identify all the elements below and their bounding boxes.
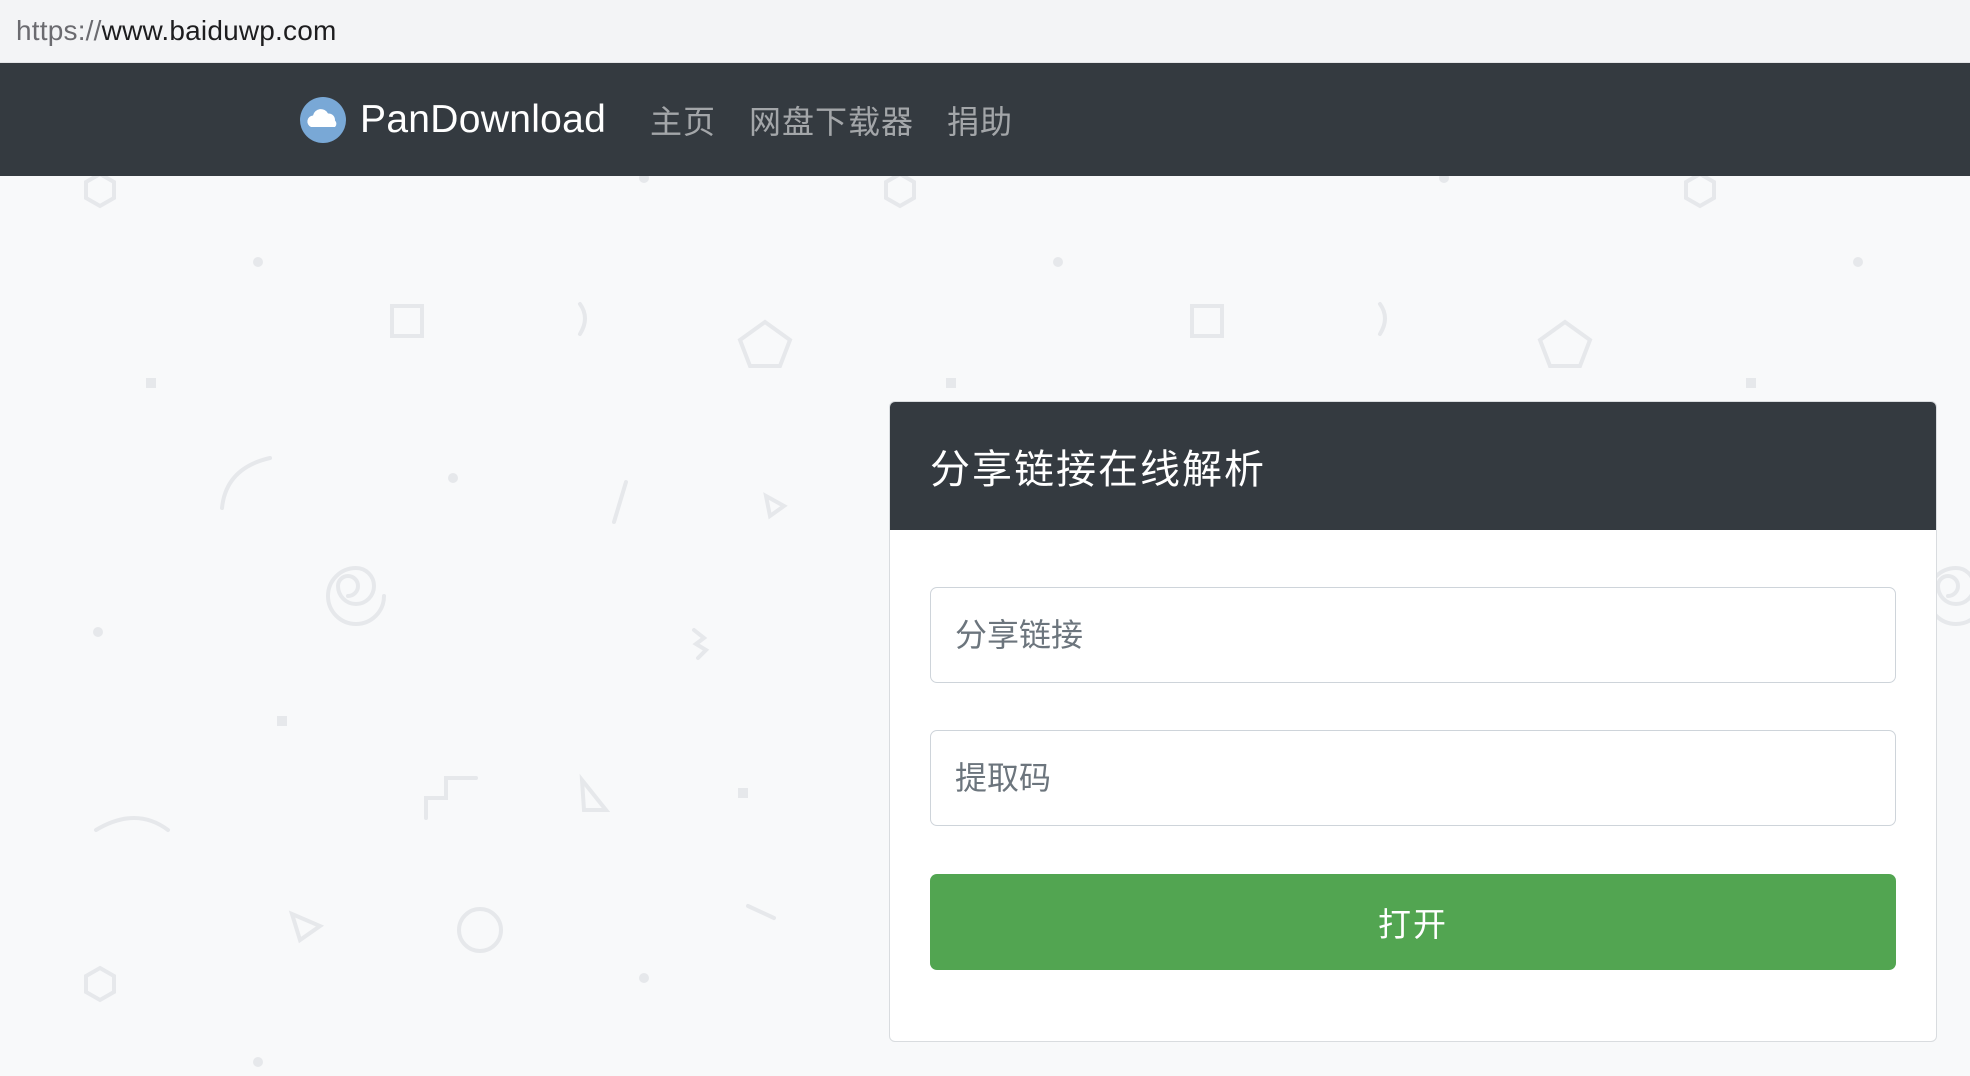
navbar: PanDownload 主页 网盘下载器 捐助 <box>0 63 1970 176</box>
brand-link[interactable]: PanDownload <box>300 63 606 176</box>
share-link-input[interactable] <box>930 587 1896 683</box>
share-parse-card: 分享链接在线解析 打开 <box>889 401 1937 1042</box>
url-host: www.baiduwp.com <box>101 15 337 46</box>
open-button[interactable]: 打开 <box>930 874 1896 970</box>
nav-link-donate[interactable]: 捐助 <box>947 97 1013 143</box>
cloud-icon <box>300 96 346 143</box>
card-body: 打开 <box>890 530 1936 1041</box>
pattern-tile <box>84 176 956 1067</box>
nav-link-home[interactable]: 主页 <box>650 97 716 143</box>
url-scheme: https:// <box>16 15 102 46</box>
brand-name: PanDownload <box>360 97 607 141</box>
nav-link-downloader[interactable]: 网盘下载器 <box>749 97 914 143</box>
address-bar[interactable]: https://www.baiduwp.com <box>0 0 1970 63</box>
nav-links: 主页 网盘下载器 捐助 <box>650 63 1013 176</box>
card-title: 分享链接在线解析 <box>890 402 1936 530</box>
extract-code-input[interactable] <box>930 730 1896 826</box>
